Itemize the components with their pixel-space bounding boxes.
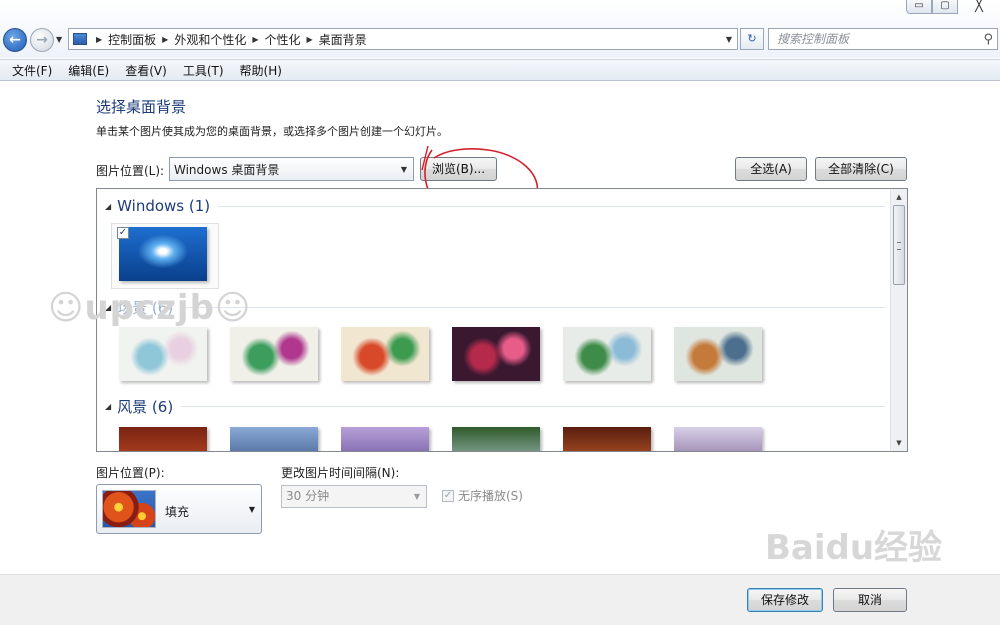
group-header-scenes[interactable]: ◢ 场景 (6) <box>105 297 885 318</box>
address-dropdown-icon[interactable]: ▼ <box>721 35 737 44</box>
search-icon[interactable]: ⚲ <box>983 32 993 47</box>
group-divider <box>218 205 885 207</box>
interval-select[interactable]: 30 分钟 ▼ <box>281 485 427 508</box>
scrollbar-thumb[interactable] <box>893 205 905 285</box>
shuffle-label: 无序播放(S) <box>458 489 523 503</box>
clear-all-button[interactable]: 全部清除(C) <box>815 157 907 181</box>
picture-location-label: 图片位置(L): <box>96 164 165 178</box>
breadcrumb-personalization[interactable]: 个性化 <box>265 31 301 48</box>
chevron-right-icon[interactable]: ▶ <box>96 35 102 44</box>
wallpaper-thumbnail-landscape-3[interactable] <box>341 427 429 451</box>
forward-button[interactable]: → <box>30 28 54 52</box>
thumbnail-checkbox[interactable]: ✓ <box>117 227 129 239</box>
close-button[interactable]: ╳ <box>958 0 1000 14</box>
breadcrumb-desktop-background[interactable]: 桌面背景 <box>319 31 367 48</box>
menu-view[interactable]: 查看(V) <box>117 62 175 79</box>
refresh-button[interactable]: ↻ <box>740 28 764 50</box>
group-name: 场景 (6) <box>117 299 174 317</box>
grip-icon <box>897 242 901 250</box>
back-button[interactable]: ← <box>3 28 27 52</box>
picture-position-label: 图片位置(P): <box>96 466 165 480</box>
control-panel-icon <box>73 33 87 45</box>
forward-arrow-icon: → <box>36 32 48 48</box>
group-divider <box>181 307 885 308</box>
recent-pages-dropdown-icon[interactable]: ▼ <box>56 35 62 44</box>
footer-bar: 保存修改 取消 <box>0 574 1000 625</box>
breadcrumb: ▶ 控制面板 ▶ 外观和个性化 ▶ 个性化 ▶ 桌面背景 <box>93 31 370 48</box>
wallpaper-thumbnail-windows[interactable] <box>119 227 207 281</box>
back-arrow-icon: ← <box>9 32 21 48</box>
wallpaper-thumbnail-scene-1[interactable] <box>119 327 207 381</box>
collapse-triangle-icon[interactable]: ◢ <box>105 202 111 211</box>
menu-help[interactable]: 帮助(H) <box>232 62 290 79</box>
refresh-icon: ↻ <box>747 32 757 45</box>
group-header-windows[interactable]: ◢ Windows (1) <box>105 197 885 215</box>
chevron-right-icon[interactable]: ▶ <box>252 35 258 44</box>
menu-tools[interactable]: 工具(T) <box>175 62 232 79</box>
wallpaper-thumbnail-scene-2[interactable] <box>230 327 318 381</box>
picture-location-value: Windows 桌面背景 <box>174 162 280 177</box>
minimize-button[interactable]: ▭ <box>906 0 932 14</box>
maximize-button[interactable]: ▢ <box>932 0 958 14</box>
wallpaper-thumbnail-landscape-4[interactable] <box>452 427 540 451</box>
chevron-down-icon: ▼ <box>248 505 255 514</box>
scroll-down-icon[interactable]: ▼ <box>891 435 907 451</box>
shuffle-checkbox[interactable]: ✓ 无序播放(S) <box>442 487 523 504</box>
wallpaper-thumbnail-scene-3[interactable] <box>341 327 429 381</box>
scroll-up-icon[interactable]: ▲ <box>891 189 907 205</box>
fill-preview-image <box>102 490 156 528</box>
breadcrumb-control-panel[interactable]: 控制面板 <box>108 31 156 48</box>
cancel-button[interactable]: 取消 <box>833 588 907 612</box>
chevron-right-icon[interactable]: ▶ <box>162 35 168 44</box>
group-divider <box>181 406 885 407</box>
main-content: 选择桌面背景 单击某个图片使其成为您的桌面背景，或选择多个图片创建一个幻灯片。 … <box>0 82 1000 574</box>
search-input[interactable] <box>769 32 969 46</box>
wallpaper-thumbnail-landscape-5[interactable] <box>563 427 651 451</box>
vertical-scrollbar[interactable]: ▲ ▼ <box>890 189 907 451</box>
interval-label: 更改图片时间间隔(N): <box>281 466 400 480</box>
wallpaper-thumbnail-scene-5[interactable] <box>563 327 651 381</box>
chevron-down-icon: ▼ <box>400 164 408 174</box>
chevron-right-icon[interactable]: ▶ <box>307 35 313 44</box>
wallpaper-thumbnail-scene-4[interactable] <box>452 327 540 381</box>
picture-location-select[interactable]: Windows 桌面背景 ▼ <box>169 157 414 181</box>
menu-edit[interactable]: 编辑(E) <box>60 62 117 79</box>
picture-position-value: 填充 <box>165 505 190 519</box>
page-subtitle: 单击某个图片使其成为您的桌面背景，或选择多个图片创建一个幻灯片。 <box>96 125 448 138</box>
collapse-triangle-icon[interactable]: ◢ <box>105 402 111 411</box>
wallpaper-gallery[interactable]: ◢ Windows (1) ✓ ◢ 场景 (6) ◢ 风景 (6) ▲ ▼ <box>96 188 908 452</box>
chevron-down-icon: ▼ <box>413 492 420 501</box>
collapse-triangle-icon[interactable]: ◢ <box>105 303 111 312</box>
checkbox-check-icon: ✓ <box>442 489 454 502</box>
title-bar: ▭ ▢ ╳ ← → ▼ ▶ 控制面板 ▶ 外观和个性化 ▶ 个性化 ▶ 桌面背景… <box>0 0 1000 58</box>
search-box[interactable]: ⚲ <box>768 28 998 50</box>
page-title: 选择桌面背景 <box>96 98 187 116</box>
address-bar[interactable]: ▶ 控制面板 ▶ 外观和个性化 ▶ 个性化 ▶ 桌面背景 ▼ <box>68 28 738 50</box>
browse-button[interactable]: 浏览(B)... <box>420 157 497 181</box>
picture-position-select[interactable]: 填充 ▼ <box>96 484 262 534</box>
group-name: Windows (1) <box>117 197 211 215</box>
menu-file[interactable]: 文件(F) <box>4 62 60 79</box>
wallpaper-thumbnail-scene-6[interactable] <box>674 327 762 381</box>
group-header-landscapes[interactable]: ◢ 风景 (6) <box>105 396 885 417</box>
menu-bar: 文件(F) 编辑(E) 查看(V) 工具(T) 帮助(H) <box>0 59 1000 81</box>
group-name: 风景 (6) <box>117 398 174 416</box>
select-all-button[interactable]: 全选(A) <box>735 157 807 181</box>
save-changes-button[interactable]: 保存修改 <box>747 588 823 612</box>
wallpaper-thumbnail-landscape-2[interactable] <box>230 427 318 451</box>
wallpaper-thumbnail-landscape-6[interactable] <box>674 427 762 451</box>
interval-value: 30 分钟 <box>286 489 330 503</box>
breadcrumb-appearance[interactable]: 外观和个性化 <box>174 31 246 48</box>
wallpaper-thumbnail-landscape-1[interactable] <box>119 427 207 451</box>
